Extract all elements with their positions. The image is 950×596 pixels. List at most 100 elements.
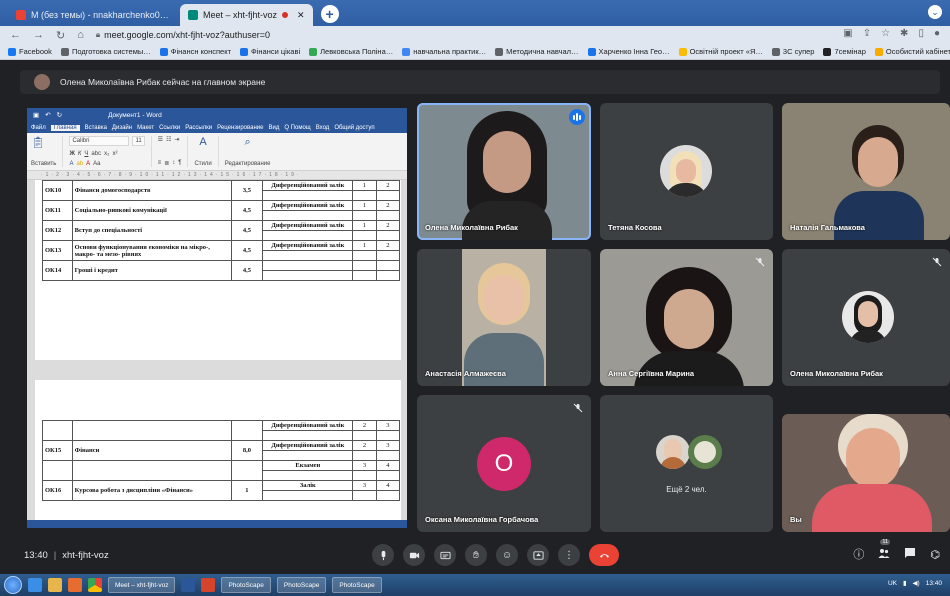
- explorer-icon[interactable]: [48, 578, 62, 592]
- taskbar-task[interactable]: PhotoScape: [332, 577, 382, 593]
- extensions-icon[interactable]: ✱: [900, 28, 908, 39]
- self-view-tile[interactable]: Вы: [782, 414, 950, 532]
- chat-button[interactable]: [904, 547, 916, 562]
- undo-icon: ↶: [45, 112, 51, 119]
- media-icon[interactable]: [68, 578, 82, 592]
- participant-name: Олена Миколаївна Рибак: [790, 369, 883, 378]
- share-icon[interactable]: ⇪: [863, 28, 871, 39]
- raise-hand-button[interactable]: ✋︎: [465, 544, 487, 566]
- table-row: ОК11 Соціально-ринкові комунікації 4,5 Дифе…: [42, 200, 401, 221]
- bookmark-label: Левковська Поліна…: [320, 47, 394, 56]
- bookmark-item[interactable]: Харченко Інна Гео…: [587, 47, 670, 56]
- bookmark-item[interactable]: Особистий кабінет…: [874, 47, 950, 56]
- meeting-info-button[interactable]: ⓘ: [853, 546, 864, 562]
- bookmark-item[interactable]: навчальна практик…: [402, 47, 486, 56]
- reload-icon[interactable]: ↻: [56, 29, 65, 42]
- bookmark-favicon-icon: [495, 47, 504, 56]
- bookmark-item[interactable]: Фінанси цікаві: [240, 47, 300, 56]
- table-cell-empty: [262, 270, 354, 281]
- styles-group: A Стили: [194, 136, 219, 167]
- camera-button[interactable]: [403, 544, 425, 566]
- start-button[interactable]: [4, 576, 22, 594]
- bookmark-item[interactable]: Методична навчал…: [495, 47, 579, 56]
- camera-permission-icon[interactable]: ▣: [843, 28, 852, 39]
- back-icon[interactable]: ←: [10, 29, 21, 41]
- url-text: meet.google.com/xht-fjht-voz?authuser=0: [104, 30, 270, 40]
- table-row: ОК15 Фінанси 8,0 Диференційований залік 2 3: [42, 440, 401, 461]
- participant-tile[interactable]: Анастасія Алмажеєва: [417, 249, 591, 386]
- bookmark-item[interactable]: Подготовка системы…: [60, 47, 151, 56]
- participant-initial-avatar: О: [477, 437, 531, 491]
- present-button[interactable]: [527, 544, 549, 566]
- participant-name: Анна Сергіївна Марина: [608, 369, 695, 378]
- table-row: ОК13 Основи функціонування економіки на м…: [42, 240, 401, 261]
- more-participants-label: Ещё 2 чел.: [666, 485, 707, 494]
- new-tab-button[interactable]: +: [320, 5, 339, 23]
- leave-call-button[interactable]: [589, 544, 619, 566]
- profile-avatar[interactable]: ●: [934, 28, 940, 39]
- table-cell-ctl: Екзамен: [262, 460, 354, 471]
- language-indicator[interactable]: UK: [888, 580, 897, 587]
- bookmark-item[interactable]: 3С супер: [771, 47, 815, 56]
- star-icon[interactable]: ☆: [881, 28, 890, 39]
- word-icon[interactable]: [181, 578, 196, 592]
- lock-icon: 🔒︎: [95, 30, 101, 39]
- microphone-button[interactable]: [372, 544, 394, 566]
- browser-tab-meet[interactable]: Meet – xht-fjht-voz ✕: [180, 4, 313, 26]
- more-options-button[interactable]: ⋮: [558, 544, 580, 566]
- url-field[interactable]: 🔒︎ meet.google.com/xht-fjht-voz?authuser…: [96, 30, 270, 40]
- tab-search-icon[interactable]: ⌄: [928, 5, 942, 19]
- table-cell-b: 2: [375, 200, 401, 211]
- bookmark-item[interactable]: Фінансн конспект: [159, 47, 231, 56]
- bookmark-label: Facebook: [19, 47, 52, 56]
- network-icon[interactable]: ▮: [903, 579, 907, 587]
- participant-tile[interactable]: Тетяна Косова: [600, 103, 773, 240]
- close-tab-icon[interactable]: ✕: [297, 10, 305, 21]
- home-icon[interactable]: ⌂: [77, 29, 84, 41]
- table-cell-empty: [375, 490, 401, 501]
- table-cell-cred: 4,5: [230, 260, 264, 281]
- bookmark-item[interactable]: Освітній проект «Я…: [678, 47, 763, 56]
- people-button[interactable]: 11: [878, 538, 891, 562]
- participant-tile[interactable]: О Оксана Миколаївна Горбачова: [417, 395, 591, 532]
- align-center-icon: ≣: [164, 161, 170, 167]
- present-screen-icon: [532, 550, 544, 560]
- participant-tile[interactable]: Анна Сергіївна Марина: [600, 249, 773, 386]
- table-row: Диференційований залік 2 3: [42, 420, 401, 441]
- table-cell-b: 3: [375, 420, 401, 431]
- participant-tile[interactable]: Олена Миколаївна Рибак: [417, 103, 591, 240]
- forward-icon[interactable]: →: [33, 29, 44, 41]
- bookmark-label: 3С супер: [782, 47, 815, 56]
- table-cell-empty: [262, 490, 354, 501]
- meet-icon: [188, 10, 198, 20]
- taskbar-task[interactable]: PhotoScape: [221, 577, 271, 593]
- table-cell-ctl: Залік: [262, 480, 354, 491]
- camera-icon: [409, 552, 419, 558]
- table-cell-a: 1: [352, 240, 377, 251]
- chrome-icon[interactable]: [88, 578, 102, 592]
- emoji-button[interactable]: ☺: [496, 544, 518, 566]
- table-cell-empty: [262, 190, 354, 201]
- bookmark-item[interactable]: Facebook: [8, 47, 52, 56]
- table-cell-empty: [375, 470, 401, 481]
- volume-icon[interactable]: ◀): [913, 579, 920, 587]
- sidebar-icon[interactable]: ▯: [918, 28, 924, 39]
- paint-icon[interactable]: [201, 578, 216, 592]
- paragraph-group: ☰ ☷ ⇥ ≡ ≣ ↕ ¶: [158, 136, 189, 167]
- participant-tile[interactable]: Олена Миколаївна Рибак: [782, 249, 950, 386]
- bookmark-item[interactable]: Левковська Поліна…: [309, 47, 393, 56]
- participant-tile[interactable]: Наталія Гальмакова: [782, 103, 950, 240]
- taskbar-task[interactable]: PhotoScape: [276, 577, 327, 593]
- table-cell-empty: [352, 190, 377, 201]
- word-ribbon-tab: Главная: [50, 124, 80, 131]
- more-participants-tile[interactable]: Ещё 2 чел.: [600, 395, 773, 532]
- ie-icon[interactable]: [28, 578, 42, 592]
- clock[interactable]: 13:40: [926, 580, 942, 587]
- bookmark-item[interactable]: 7семінар: [823, 47, 866, 56]
- captions-button[interactable]: [434, 544, 456, 566]
- taskbar-task[interactable]: Meet – xht-fjht-voz: [108, 577, 176, 593]
- table-cell-empty: [375, 450, 401, 461]
- browser-tab-gmail[interactable]: M (без темы) - nnakharchenko0… ✕: [8, 4, 178, 26]
- activities-button[interactable]: ⌬: [930, 548, 940, 561]
- table-cell-cred: [230, 460, 264, 481]
